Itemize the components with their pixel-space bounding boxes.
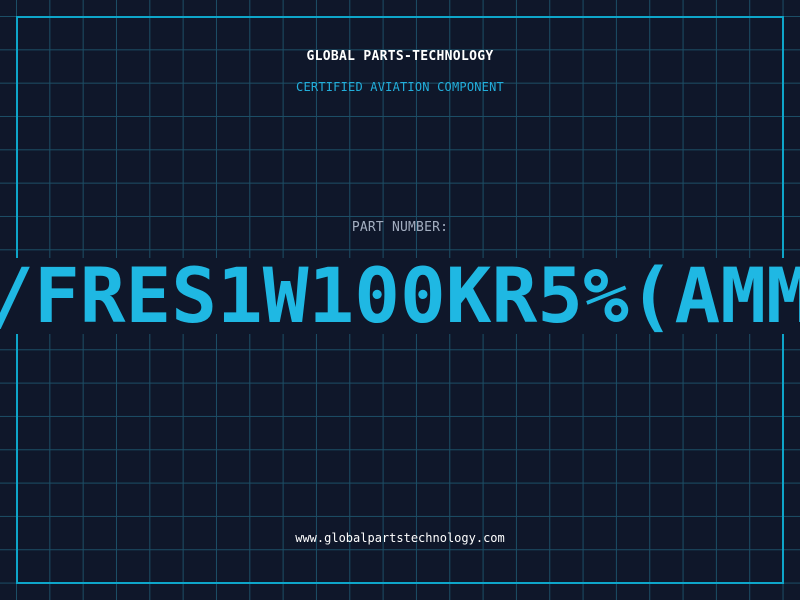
certification-tagline: CERTIFIED AVIATION COMPONENT	[296, 80, 504, 94]
part-number-label: PART NUMBER:	[351, 220, 449, 235]
part-number-value: /FRES1W100KR5%(AMM	[0, 258, 800, 334]
website-url: www.globalpartstechnology.com	[295, 531, 505, 545]
part-number-band: /FRES1W100KR5%(AMM	[0, 258, 800, 334]
company-name: GLOBAL PARTS-TECHNOLOGY	[306, 49, 494, 64]
